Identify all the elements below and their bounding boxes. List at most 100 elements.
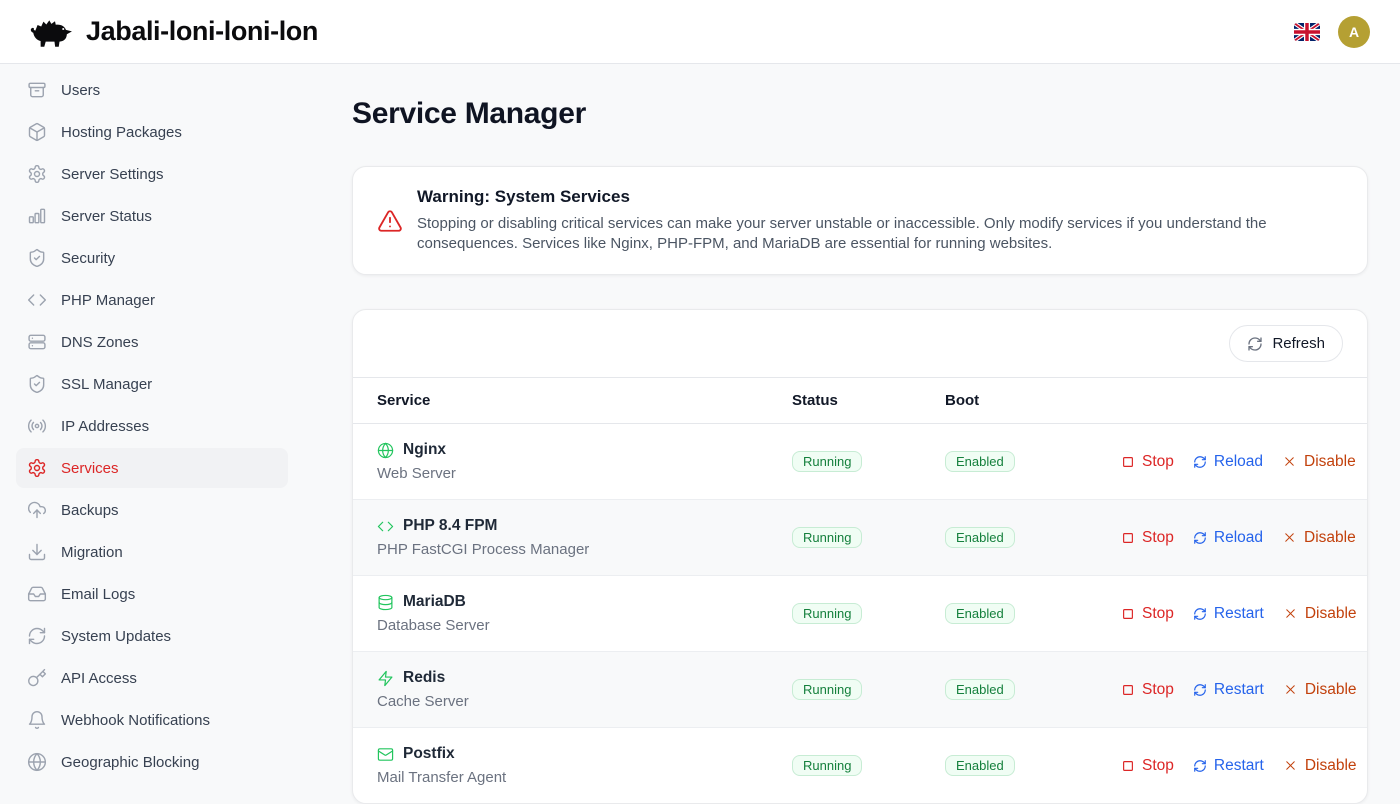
sidebar-item-label: Email Logs: [61, 586, 135, 603]
sidebar-item-email-logs[interactable]: Email Logs: [16, 574, 288, 614]
disable-button[interactable]: Disable: [1283, 757, 1357, 775]
column-header-boot: Boot: [945, 378, 1121, 423]
stop-button[interactable]: Stop: [1121, 681, 1174, 699]
shield-icon: [27, 374, 47, 394]
boot-badge: Enabled: [945, 679, 1015, 700]
sidebar-item-server-status[interactable]: Server Status: [16, 196, 288, 236]
stop-button[interactable]: Stop: [1121, 529, 1174, 547]
stop-icon: [1121, 683, 1135, 697]
avatar[interactable]: A: [1338, 16, 1370, 48]
boot-badge: Enabled: [945, 755, 1015, 776]
package-icon: [27, 122, 47, 142]
sidebar-item-label: SSL Manager: [61, 376, 152, 393]
warning-title: Warning: System Services: [417, 187, 1343, 207]
service-description: Web Server: [377, 465, 792, 482]
sidebar-item-services[interactable]: Services: [16, 448, 288, 488]
main-content: Service Manager Warning: System Services…: [304, 64, 1400, 804]
zap-icon: [377, 670, 394, 687]
status-badge: Running: [792, 679, 862, 700]
restart-button[interactable]: Restart: [1193, 681, 1264, 699]
sidebar-item-api-access[interactable]: API Access: [16, 658, 288, 698]
x-icon: [1282, 454, 1297, 469]
restart-button[interactable]: Restart: [1193, 757, 1264, 775]
download-icon: [27, 542, 47, 562]
row-actions: Stop Reload Disable: [1121, 529, 1368, 547]
reload-button[interactable]: Reload: [1193, 453, 1263, 471]
table-row-php-8-4-fpm: PHP 8.4 FPM PHP FastCGI Process Manager …: [353, 499, 1367, 575]
alert-triangle-icon: [377, 208, 403, 234]
sidebar-item-system-updates[interactable]: System Updates: [16, 616, 288, 656]
x-icon: [1283, 606, 1298, 621]
x-icon: [1283, 682, 1298, 697]
sidebar-item-webhook-notifications[interactable]: Webhook Notifications: [16, 700, 288, 740]
sidebar-item-backups[interactable]: Backups: [16, 490, 288, 530]
service-description: Cache Server: [377, 693, 792, 710]
sidebar-item-label: Migration: [61, 544, 123, 561]
sidebar-item-server-settings[interactable]: Server Settings: [16, 154, 288, 194]
sidebar-item-users[interactable]: Users: [16, 70, 288, 110]
inbox-icon: [27, 584, 47, 604]
boot-badge: Enabled: [945, 603, 1015, 624]
reload-button[interactable]: Reload: [1193, 529, 1263, 547]
x-icon: [1283, 758, 1298, 773]
stop-button[interactable]: Stop: [1121, 605, 1174, 623]
x-icon: [1282, 530, 1297, 545]
language-flag-uk-icon[interactable]: [1294, 23, 1320, 41]
app-title: Jabali-loni-loni-lon: [86, 16, 318, 47]
service-name: Postfix: [403, 745, 455, 763]
service-description: PHP FastCGI Process Manager: [377, 541, 792, 558]
bars-icon: [27, 206, 47, 226]
sidebar-item-migration[interactable]: Migration: [16, 532, 288, 572]
disable-button[interactable]: Disable: [1282, 453, 1356, 471]
sidebar-item-geographic-blocking[interactable]: Geographic Blocking: [16, 742, 288, 782]
gear-icon: [27, 164, 47, 184]
row-actions: Stop Restart Disable: [1121, 605, 1368, 623]
bell-icon: [27, 710, 47, 730]
sidebar-item-ip-addresses[interactable]: IP Addresses: [16, 406, 288, 446]
service-description: Database Server: [377, 617, 792, 634]
warning-banner: Warning: System Services Stopping or dis…: [352, 166, 1368, 275]
boot-badge: Enabled: [945, 527, 1015, 548]
row-actions: Stop Restart Disable: [1121, 681, 1368, 699]
refresh-icon: [1193, 455, 1207, 469]
stop-button[interactable]: Stop: [1121, 453, 1174, 471]
boot-badge: Enabled: [945, 451, 1015, 472]
refresh-label: Refresh: [1272, 335, 1325, 352]
table-body: Nginx Web Server Running Enabled Stop Re…: [353, 424, 1367, 803]
brand[interactable]: Jabali-loni-loni-lon: [16, 15, 318, 49]
row-actions: Stop Reload Disable: [1121, 453, 1368, 471]
disable-button[interactable]: Disable: [1282, 529, 1356, 547]
sidebar-item-php-manager[interactable]: PHP Manager: [16, 280, 288, 320]
status-badge: Running: [792, 451, 862, 472]
sidebar-item-label: Services: [61, 460, 119, 477]
stop-button[interactable]: Stop: [1121, 757, 1174, 775]
sidebar-item-label: Users: [61, 82, 100, 99]
stop-icon: [1121, 607, 1135, 621]
restart-button[interactable]: Restart: [1193, 605, 1264, 623]
refresh-icon: [1193, 759, 1207, 773]
table-row-nginx: Nginx Web Server Running Enabled Stop Re…: [353, 424, 1367, 499]
disable-button[interactable]: Disable: [1283, 681, 1357, 699]
page-title: Service Manager: [352, 97, 1368, 131]
service-name: Redis: [403, 669, 445, 687]
refresh-button[interactable]: Refresh: [1229, 325, 1343, 362]
service-name: PHP 8.4 FPM: [403, 517, 497, 535]
topbar: Jabali-loni-loni-lon A: [0, 0, 1400, 64]
sidebar-item-label: Hosting Packages: [61, 124, 182, 141]
sidebar-item-ssl-manager[interactable]: SSL Manager: [16, 364, 288, 404]
sidebar-item-dns-zones[interactable]: DNS Zones: [16, 322, 288, 362]
code-icon: [377, 518, 394, 535]
row-actions: Stop Restart Disable: [1121, 757, 1368, 775]
mail-icon: [377, 746, 394, 763]
table-row-redis: Redis Cache Server Running Enabled Stop …: [353, 651, 1367, 727]
disable-button[interactable]: Disable: [1283, 605, 1357, 623]
sidebar-item-label: Webhook Notifications: [61, 712, 210, 729]
sidebar-item-hosting-packages[interactable]: Hosting Packages: [16, 112, 288, 152]
sidebar-item-label: Server Settings: [61, 166, 164, 183]
service-name: MariaDB: [403, 593, 466, 611]
archive-icon: [27, 80, 47, 100]
stop-icon: [1121, 455, 1135, 469]
sidebar-item-security[interactable]: Security: [16, 238, 288, 278]
service-name: Nginx: [403, 441, 446, 459]
shield-icon: [27, 248, 47, 268]
